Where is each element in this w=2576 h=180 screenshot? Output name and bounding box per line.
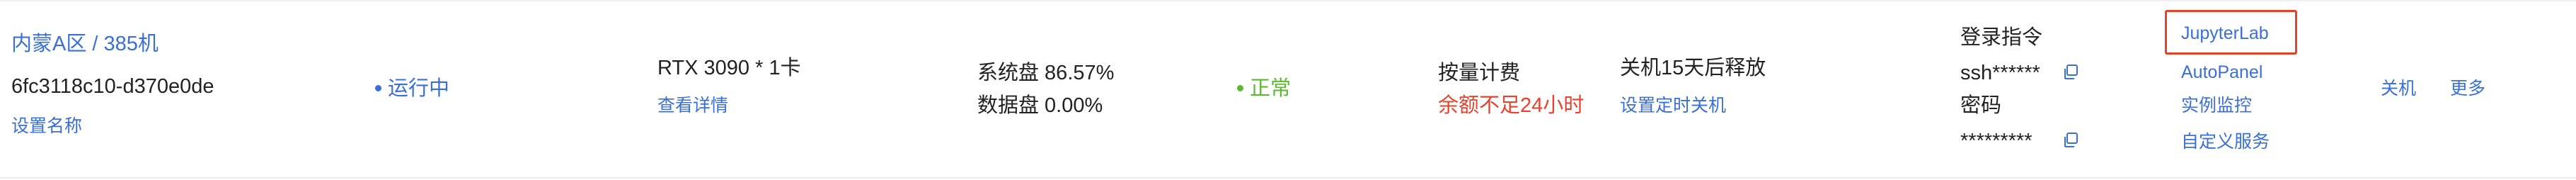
- schedule-shutdown-link[interactable]: 设置定时关机: [1620, 97, 1726, 115]
- health-dot-icon: [1237, 84, 1243, 91]
- health-label: 正常: [1250, 77, 1292, 100]
- status-dot-icon: [375, 84, 381, 91]
- shortcut-autopanel[interactable]: AutoPanel: [2181, 64, 2262, 81]
- health-indicator: 正常: [1237, 79, 1291, 99]
- copy-icon[interactable]: [2062, 64, 2079, 81]
- shortcut-jupyterlab[interactable]: JupyterLab: [2181, 25, 2269, 43]
- shortcut-instance-monitor[interactable]: 实例监控: [2181, 97, 2252, 115]
- row-bottom-divider: [0, 177, 2576, 179]
- set-name-link[interactable]: 设置名称: [11, 118, 82, 135]
- copy-icon[interactable]: [2062, 132, 2079, 149]
- instance-row: 内蒙A区 / 385机 6fc3118c10-d370e0de 设置名称 运行中…: [0, 0, 2576, 180]
- login-command-value: ssh******: [1960, 62, 2040, 84]
- password-value: *********: [1960, 130, 2032, 152]
- instance-region-link[interactable]: 内蒙A区 / 385机: [11, 34, 159, 55]
- instance-id: 6fc3118c10-d370e0de: [11, 75, 214, 98]
- status-indicator: 运行中: [375, 79, 449, 99]
- gpu-spec: RTX 3090 * 1卡: [657, 57, 801, 79]
- balance-warning: 余额不足24小时: [1438, 94, 1585, 117]
- shortcut-custom-service[interactable]: 自定义服务: [2181, 133, 2270, 151]
- more-button[interactable]: 更多: [2450, 80, 2485, 98]
- system-disk-usage: 系统盘 86.57%: [977, 62, 1115, 84]
- shutdown-button[interactable]: 关机: [2381, 80, 2416, 98]
- release-policy: 关机15天后释放: [1620, 57, 1766, 79]
- status-label: 运行中: [388, 77, 450, 100]
- data-disk-usage: 数据盘 0.00%: [977, 94, 1103, 117]
- login-command-label: 登录指令: [1960, 26, 2043, 49]
- gpu-details-link[interactable]: 查看详情: [657, 97, 728, 115]
- billing-mode: 按量计费: [1438, 62, 1521, 84]
- row-top-divider: [0, 0, 2576, 1]
- password-label: 密码: [1960, 94, 2002, 117]
